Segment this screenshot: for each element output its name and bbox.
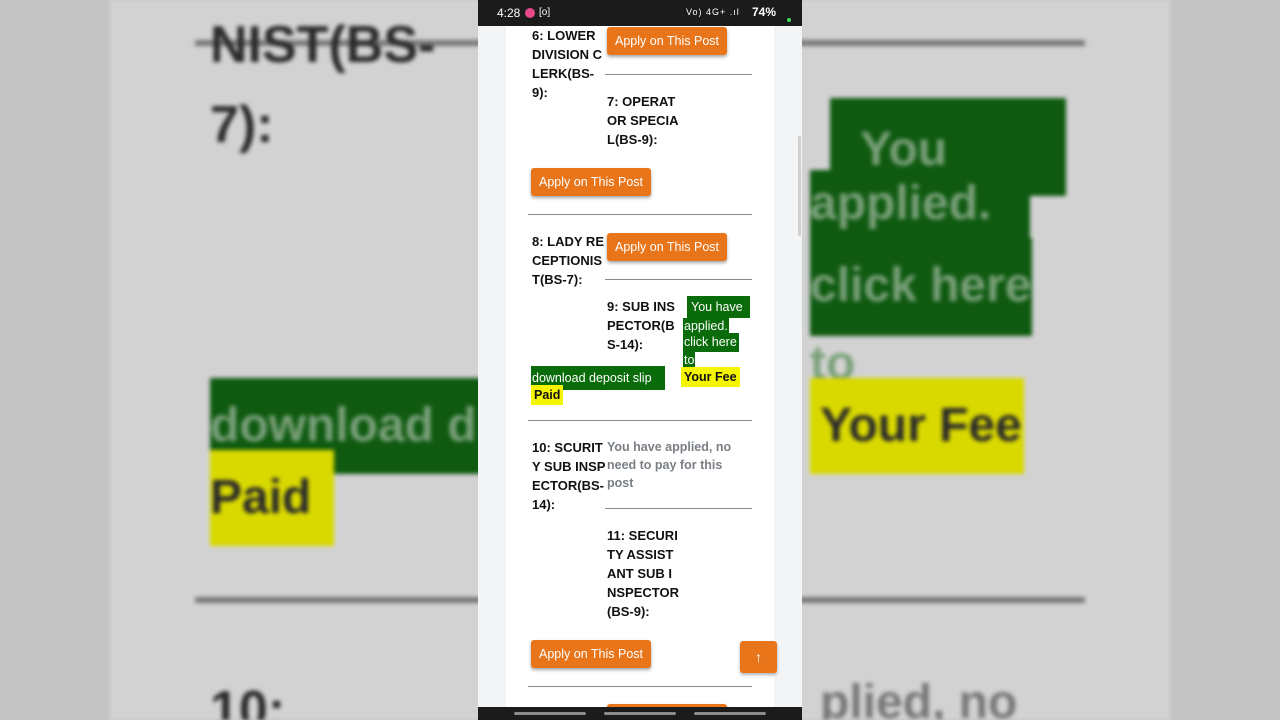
- nav-pill[interactable]: [514, 712, 586, 715]
- battery-level: 74%: [752, 5, 777, 19]
- divider: [528, 214, 752, 215]
- scrollbar[interactable]: [798, 136, 801, 236]
- arrow-up-icon: ↑: [755, 649, 762, 665]
- scroll-to-top-button[interactable]: ↑: [740, 641, 777, 673]
- bg-green-3: click here: [810, 238, 1032, 336]
- bg-title-a: NIST(BS-: [210, 16, 436, 74]
- bg-green-2: applied.: [810, 170, 1030, 240]
- navigation-bar: [478, 707, 802, 720]
- screenshot-icon: [o]: [539, 7, 551, 18]
- divider: [528, 686, 752, 687]
- apply-post-11-button[interactable]: Apply on This Post: [531, 640, 651, 668]
- status-bar: 4:28 [o] Vo) 4G+ .ıl 74%: [478, 0, 802, 26]
- divider: [605, 279, 752, 280]
- signal-icons: Vo) 4G+ .ıl: [686, 7, 740, 17]
- post-9-title: 9: SUB INSPECTOR(BS-14):: [607, 299, 675, 352]
- bg-gray-1: plied, no: [820, 676, 1018, 720]
- bg-yellow-2: Paid: [210, 450, 334, 546]
- divider: [605, 508, 752, 509]
- apply-post-7-button[interactable]: Apply on This Post: [531, 168, 651, 196]
- fee-status-1: Your Fee: [681, 367, 740, 387]
- phone-screen: 4:28 [o] Vo) 4G+ .ıl 74% 6: LOWER DIVISI…: [478, 0, 802, 720]
- bg-green-4: to: [810, 337, 856, 390]
- applied-text-1[interactable]: You have: [687, 296, 750, 318]
- post-10-title: 10: SCURITY SUB INSPECTOR(BS-14):: [532, 440, 606, 512]
- apply-post-6-button[interactable]: Apply on This Post: [607, 27, 727, 55]
- divider: [605, 74, 752, 75]
- recording-icon: [525, 8, 535, 18]
- bg-title-b: 7):: [210, 96, 274, 154]
- post-6-title: 6: LOWER DIVISION CLERK(BS-9):: [532, 28, 603, 100]
- applied-text-3[interactable]: click here: [683, 333, 739, 352]
- fee-status-2: Paid: [531, 385, 564, 405]
- posts-card: 6: LOWER DIVISION CLERK(BS-9): Apply on …: [506, 26, 774, 720]
- apply-post-8-button[interactable]: Apply on This Post: [607, 233, 727, 261]
- battery-dot-icon: [787, 18, 791, 22]
- bg-yellow-1: Your Fee: [810, 378, 1024, 474]
- applied-note: You have applied, no need to pay for thi…: [607, 440, 732, 490]
- nav-pill[interactable]: [694, 712, 766, 715]
- bg-title-c: 10:: [210, 681, 286, 720]
- post-11-title: 11: SECURITY ASSISTANT SUB INSPECTOR(BS-…: [607, 528, 679, 619]
- nav-pill[interactable]: [604, 712, 676, 715]
- post-7-title: 7: OPERATOR SPECIAL(BS-9):: [607, 94, 679, 147]
- divider: [528, 420, 752, 421]
- status-time: 4:28: [497, 6, 521, 20]
- post-8-title: 8: LADY RECEPTIONIST(BS-7):: [532, 234, 604, 287]
